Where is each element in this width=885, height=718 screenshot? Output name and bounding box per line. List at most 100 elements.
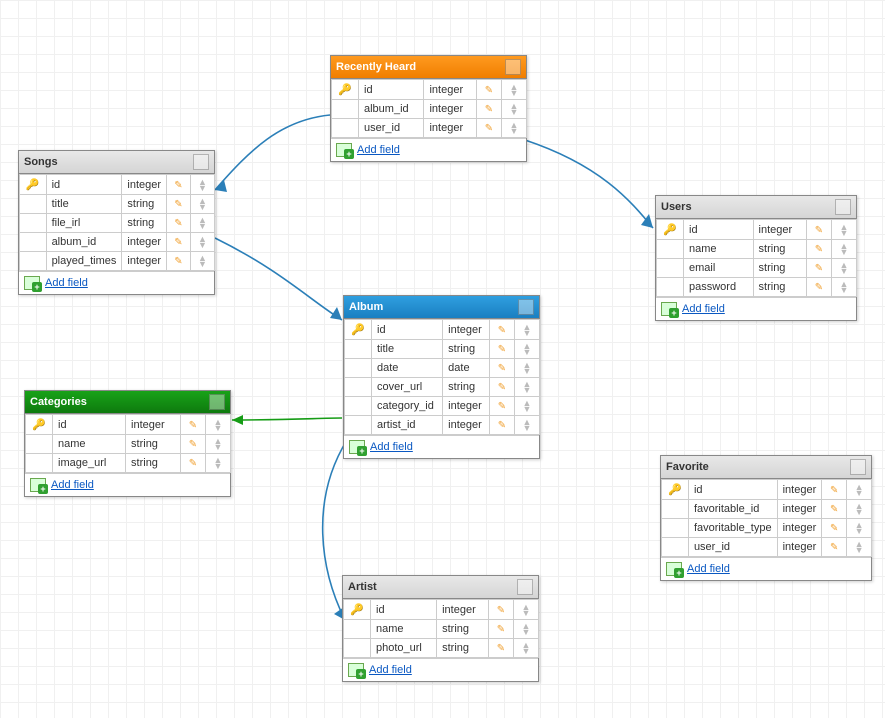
field-row[interactable]: 🔑idinteger✎▲▼ bbox=[332, 80, 527, 100]
reorder-field[interactable]: ▲▼ bbox=[206, 435, 231, 454]
table-header[interactable]: Songs bbox=[19, 151, 214, 174]
add-field-icon[interactable] bbox=[348, 663, 364, 677]
field-name[interactable]: id bbox=[371, 600, 437, 620]
edit-field[interactable]: ✎ bbox=[181, 435, 206, 454]
edit-table-icon[interactable] bbox=[517, 579, 533, 595]
reorder-field[interactable]: ▲▼ bbox=[502, 119, 527, 138]
field-type[interactable]: string bbox=[126, 454, 181, 473]
field-row[interactable]: favoritable_typeinteger✎▲▼ bbox=[662, 519, 872, 538]
field-row[interactable]: passwordstring✎▲▼ bbox=[657, 278, 857, 297]
field-name[interactable]: cover_url bbox=[372, 378, 443, 397]
edit-field[interactable]: ✎ bbox=[167, 233, 191, 252]
field-type[interactable]: integer bbox=[443, 320, 490, 340]
field-row[interactable]: titlestring✎▲▼ bbox=[345, 340, 540, 359]
reorder-field[interactable]: ▲▼ bbox=[515, 320, 540, 340]
field-name[interactable]: artist_id bbox=[372, 416, 443, 435]
field-name[interactable]: title bbox=[46, 195, 122, 214]
field-type[interactable]: integer bbox=[437, 600, 489, 620]
field-type[interactable]: integer bbox=[777, 500, 822, 519]
field-name[interactable]: user_id bbox=[688, 538, 777, 557]
field-row[interactable]: 🔑idinteger✎▲▼ bbox=[344, 600, 539, 620]
edit-field[interactable]: ✎ bbox=[489, 639, 514, 658]
add-field-link[interactable]: Add field bbox=[370, 441, 413, 453]
reorder-field[interactable]: ▲▼ bbox=[515, 359, 540, 378]
edit-table-icon[interactable] bbox=[505, 59, 521, 75]
edit-field[interactable]: ✎ bbox=[822, 519, 847, 538]
add-field-link[interactable]: Add field bbox=[687, 563, 730, 575]
edit-field[interactable]: ✎ bbox=[477, 119, 502, 138]
field-row[interactable]: file_irlstring✎▲▼ bbox=[20, 214, 215, 233]
edit-field[interactable]: ✎ bbox=[490, 416, 515, 435]
edit-field[interactable]: ✎ bbox=[477, 100, 502, 119]
reorder-field[interactable]: ▲▼ bbox=[190, 195, 214, 214]
table-header[interactable]: Album bbox=[344, 296, 539, 319]
field-type[interactable]: string bbox=[126, 435, 181, 454]
add-field-icon[interactable] bbox=[30, 478, 46, 492]
edit-field[interactable]: ✎ bbox=[477, 80, 502, 100]
field-name[interactable]: favoritable_type bbox=[688, 519, 777, 538]
field-type[interactable]: string bbox=[122, 214, 167, 233]
edit-field[interactable]: ✎ bbox=[490, 320, 515, 340]
field-name[interactable]: image_url bbox=[53, 454, 126, 473]
table-users[interactable]: Users🔑idinteger✎▲▼namestring✎▲▼emailstri… bbox=[655, 195, 857, 321]
add-field-link[interactable]: Add field bbox=[45, 277, 88, 289]
field-type[interactable]: string bbox=[443, 378, 490, 397]
field-type[interactable]: integer bbox=[777, 538, 822, 557]
add-field-link[interactable]: Add field bbox=[357, 144, 400, 156]
field-type[interactable]: string bbox=[437, 639, 489, 658]
field-row[interactable]: played_timesinteger✎▲▼ bbox=[20, 252, 215, 271]
edit-field[interactable]: ✎ bbox=[490, 397, 515, 416]
field-type[interactable]: integer bbox=[424, 100, 477, 119]
edit-field[interactable]: ✎ bbox=[807, 259, 832, 278]
table-songs[interactable]: Songs🔑idinteger✎▲▼titlestring✎▲▼file_irl… bbox=[18, 150, 215, 295]
reorder-field[interactable]: ▲▼ bbox=[514, 620, 539, 639]
edit-field[interactable]: ✎ bbox=[489, 620, 514, 639]
add-field-icon[interactable] bbox=[24, 276, 40, 290]
field-row[interactable]: cover_urlstring✎▲▼ bbox=[345, 378, 540, 397]
field-row[interactable]: photo_urlstring✎▲▼ bbox=[344, 639, 539, 658]
field-name[interactable]: name bbox=[684, 240, 754, 259]
field-name[interactable]: favoritable_id bbox=[688, 500, 777, 519]
edit-table-icon[interactable] bbox=[835, 199, 851, 215]
edit-field[interactable]: ✎ bbox=[181, 415, 206, 435]
reorder-field[interactable]: ▲▼ bbox=[206, 454, 231, 473]
reorder-field[interactable]: ▲▼ bbox=[515, 397, 540, 416]
edit-field[interactable]: ✎ bbox=[822, 500, 847, 519]
edit-table-icon[interactable] bbox=[209, 394, 225, 410]
field-name[interactable]: id bbox=[53, 415, 126, 435]
field-type[interactable]: string bbox=[443, 340, 490, 359]
field-row[interactable]: titlestring✎▲▼ bbox=[20, 195, 215, 214]
field-name[interactable]: id bbox=[688, 480, 777, 500]
field-type[interactable]: date bbox=[443, 359, 490, 378]
reorder-field[interactable]: ▲▼ bbox=[514, 639, 539, 658]
reorder-field[interactable]: ▲▼ bbox=[502, 100, 527, 119]
field-row[interactable]: user_idinteger✎▲▼ bbox=[332, 119, 527, 138]
field-name[interactable]: user_id bbox=[359, 119, 424, 138]
table-header[interactable]: Recently Heard bbox=[331, 56, 526, 79]
add-field-link[interactable]: Add field bbox=[369, 664, 412, 676]
add-field-link[interactable]: Add field bbox=[682, 303, 725, 315]
diagram-canvas[interactable]: Songs🔑idinteger✎▲▼titlestring✎▲▼file_irl… bbox=[0, 0, 885, 718]
field-row[interactable]: album_idinteger✎▲▼ bbox=[20, 233, 215, 252]
table-favorite[interactable]: Favorite🔑idinteger✎▲▼favoritable_idinteg… bbox=[660, 455, 872, 581]
reorder-field[interactable]: ▲▼ bbox=[190, 252, 214, 271]
reorder-field[interactable]: ▲▼ bbox=[190, 214, 214, 233]
field-row[interactable]: 🔑idinteger✎▲▼ bbox=[662, 480, 872, 500]
edit-field[interactable]: ✎ bbox=[167, 252, 191, 271]
field-type[interactable]: integer bbox=[777, 480, 822, 500]
field-type[interactable]: string bbox=[122, 195, 167, 214]
edit-field[interactable]: ✎ bbox=[807, 220, 832, 240]
field-name[interactable]: category_id bbox=[372, 397, 443, 416]
field-name[interactable]: name bbox=[53, 435, 126, 454]
field-name[interactable]: title bbox=[372, 340, 443, 359]
field-type[interactable]: integer bbox=[424, 119, 477, 138]
field-type[interactable]: integer bbox=[126, 415, 181, 435]
reorder-field[interactable]: ▲▼ bbox=[502, 80, 527, 100]
field-name[interactable]: id bbox=[359, 80, 424, 100]
table-header[interactable]: Categories bbox=[25, 391, 230, 414]
edit-field[interactable]: ✎ bbox=[807, 278, 832, 297]
edit-field[interactable]: ✎ bbox=[490, 359, 515, 378]
reorder-field[interactable]: ▲▼ bbox=[832, 278, 857, 297]
field-name[interactable]: album_id bbox=[359, 100, 424, 119]
field-name[interactable]: password bbox=[684, 278, 754, 297]
